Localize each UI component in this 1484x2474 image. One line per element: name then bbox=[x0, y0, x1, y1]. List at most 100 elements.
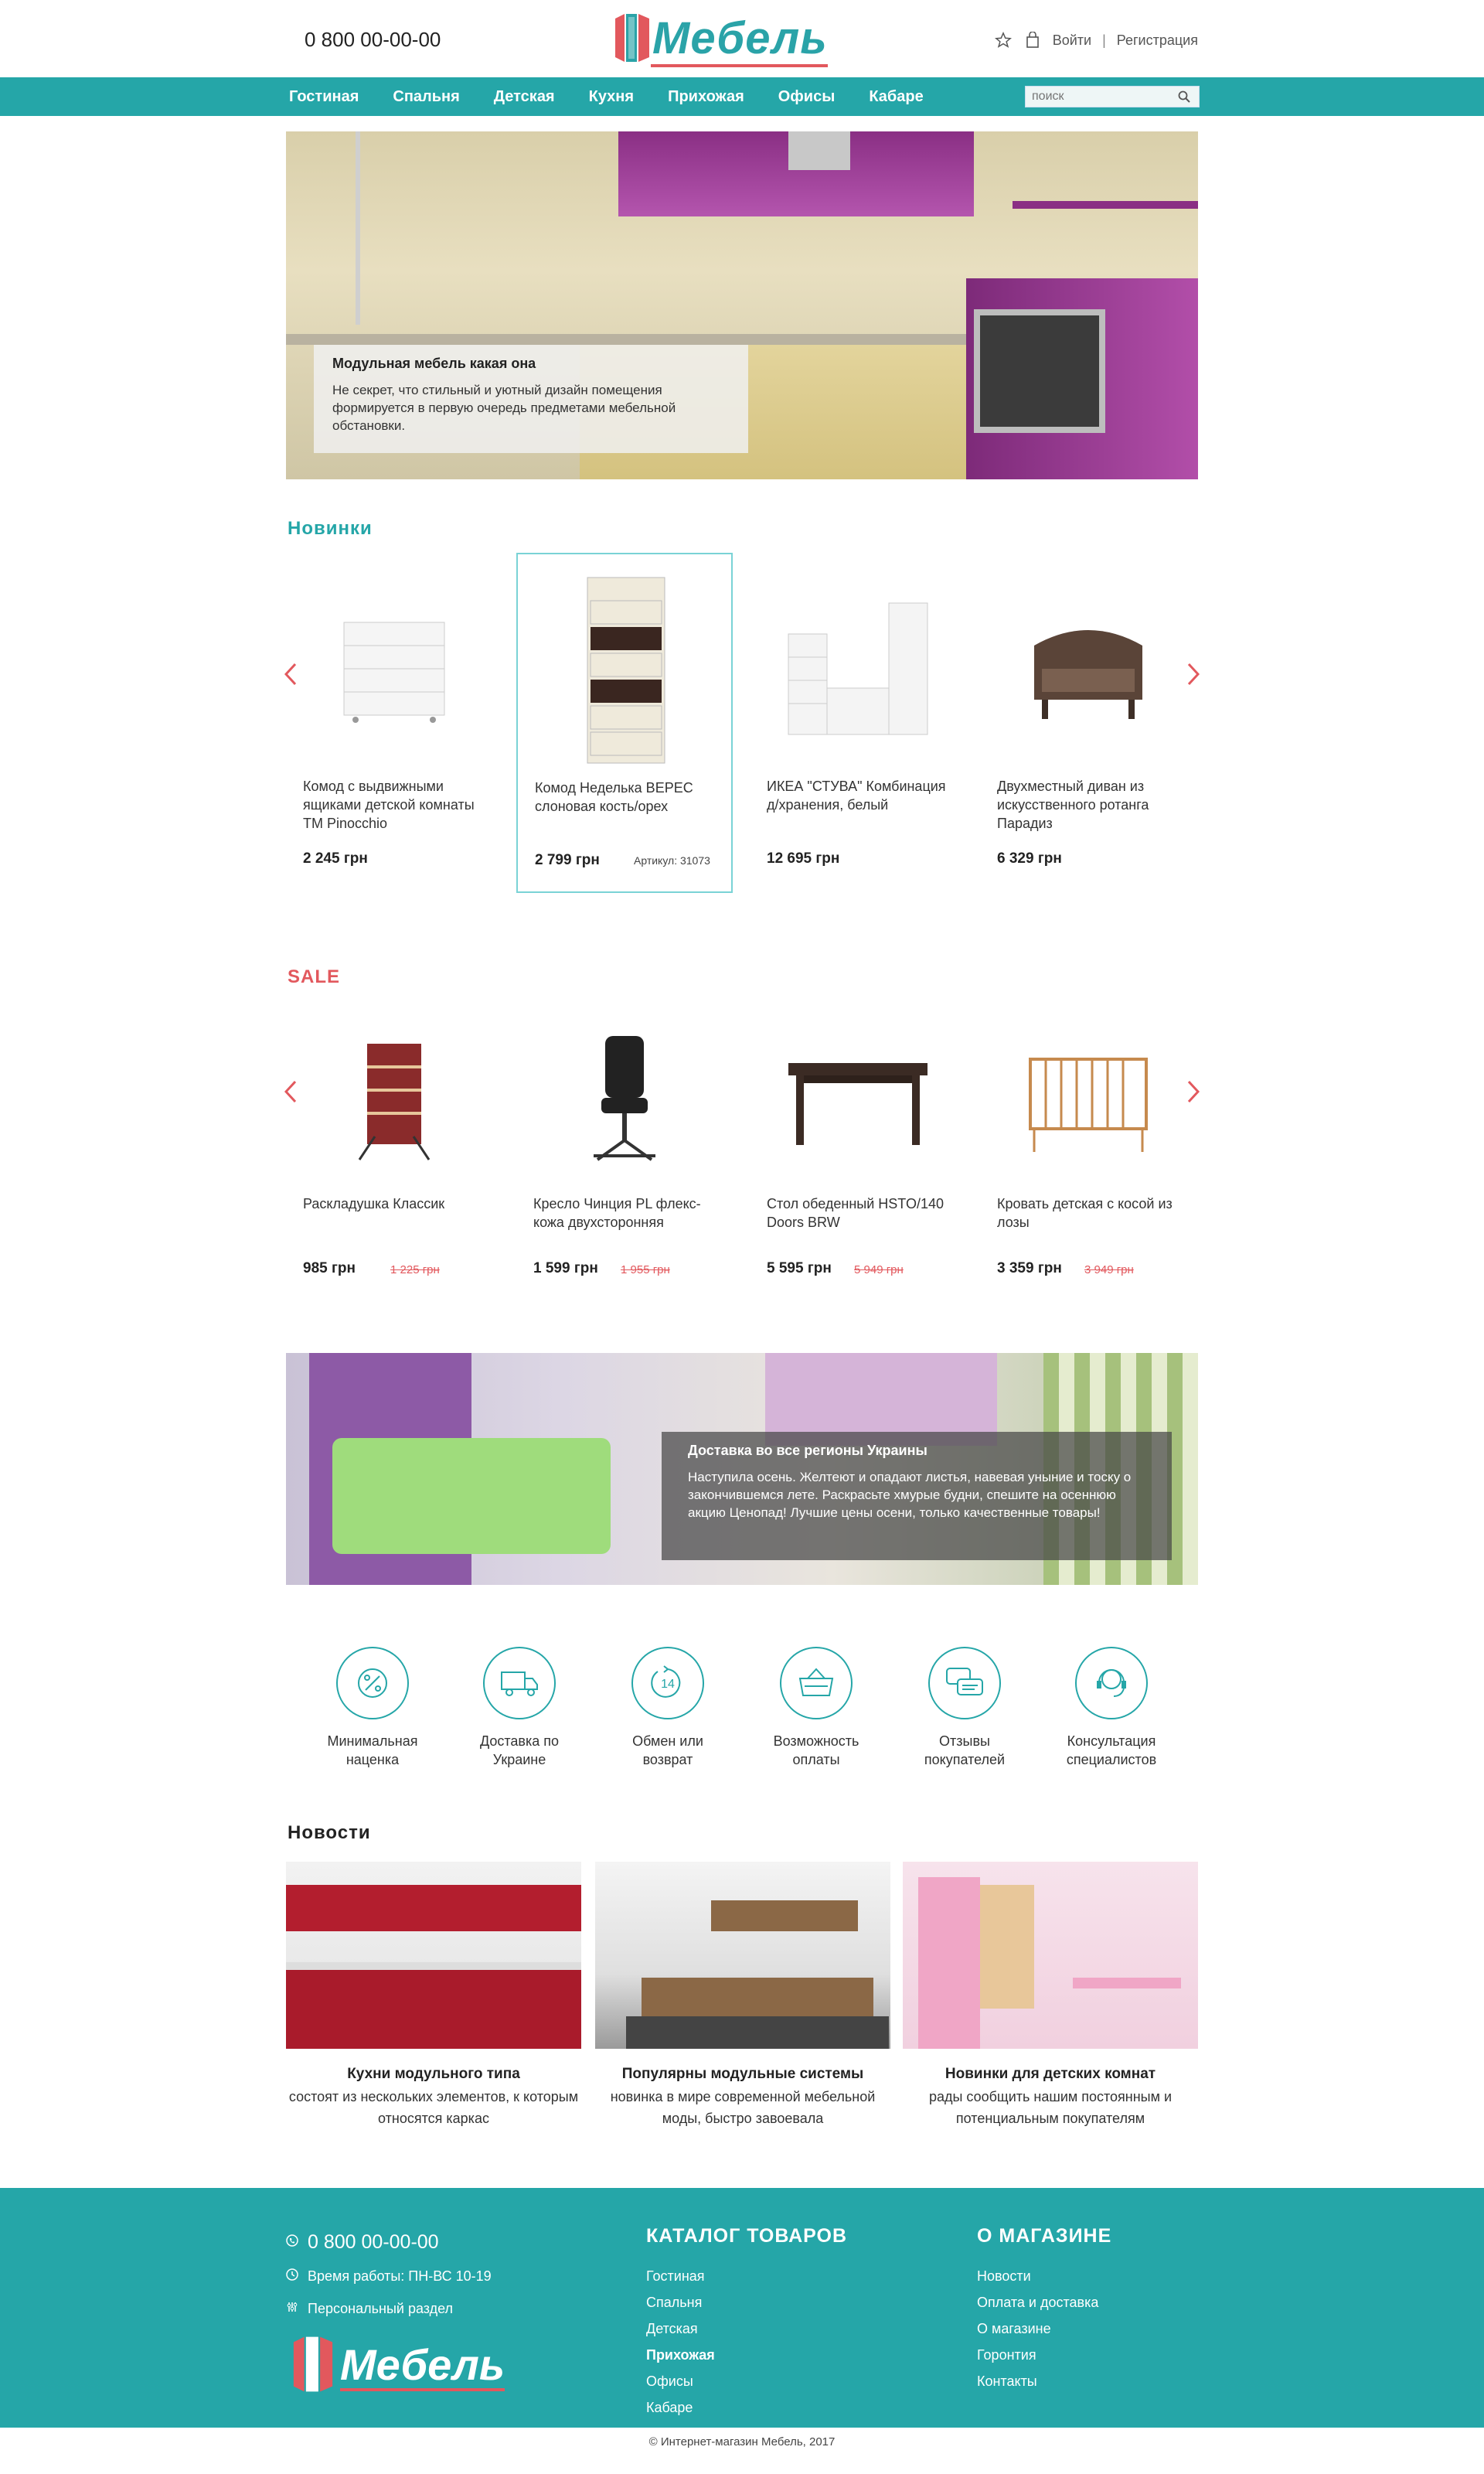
product-name[interactable]: Стол обеденный HSTO/140 Doors BRW bbox=[767, 1194, 952, 1232]
footer-about-link[interactable]: Горонтия bbox=[977, 2342, 1111, 2368]
hero-oven bbox=[974, 309, 1105, 433]
product-card[interactable]: Двухместный диван из искусственного рота… bbox=[980, 553, 1196, 893]
sale-card[interactable]: Раскладушка Классик 985 грн 1 225 грн bbox=[286, 997, 502, 1338]
product-name[interactable]: Кресло Чинция PL флекс-кожа двухстороння… bbox=[533, 1194, 719, 1232]
product-old-price: 1 225 грн bbox=[390, 1263, 440, 1276]
cart-icon[interactable] bbox=[1023, 31, 1042, 49]
login-link[interactable]: Войти bbox=[1053, 32, 1091, 49]
nav-item-kitchen[interactable]: Кухня bbox=[589, 88, 634, 106]
news-item[interactable]: Кухни модульного типа состоят из несколь… bbox=[286, 1862, 581, 2129]
news-item-title[interactable]: Новинки для детских комнат bbox=[903, 2066, 1198, 2083]
product-price: 985 грн bbox=[303, 1260, 356, 1276]
footer-about: О МАГАЗИНЕ Новости Оплата и доставка О м… bbox=[977, 2225, 1111, 2394]
svg-text:14: 14 bbox=[661, 1678, 675, 1691]
banner-bed-blanket bbox=[332, 1438, 611, 1554]
feature-min-markup: Минимальная наценка bbox=[311, 1647, 434, 1769]
footer: 0 800 00-00-00 Время работы: ПН-ВС 10-19… bbox=[0, 2188, 1484, 2428]
truck-icon bbox=[483, 1647, 556, 1719]
news-item[interactable]: Популярны модульные системы новинка в ми… bbox=[595, 1862, 890, 2129]
news-item-text: новинка в мире современной мебельной мод… bbox=[610, 2089, 876, 2126]
footer-about-link[interactable]: О магазине bbox=[977, 2316, 1111, 2342]
footer-phone-row: 0 800 00-00-00 bbox=[286, 2231, 439, 2254]
footer-about-link[interactable]: Контакты bbox=[977, 2368, 1111, 2394]
footer-catalog-link[interactable]: Спальня bbox=[646, 2289, 847, 2316]
sale-card[interactable]: Кровать детская с косой из лозы 3 359 гр… bbox=[980, 997, 1196, 1338]
phone-icon bbox=[286, 2234, 298, 2251]
footer-logo[interactable]: Мебель bbox=[286, 2333, 505, 2395]
footer-catalog-link[interactable]: Детская bbox=[646, 2316, 847, 2342]
header: 0 800 00-00-00 Мебель Войти | Регистраци… bbox=[0, 0, 1484, 77]
product-image-storage-combo bbox=[765, 568, 951, 769]
footer-phone[interactable]: 0 800 00-00-00 bbox=[308, 2231, 439, 2254]
sale-card[interactable]: Кресло Чинция PL флекс-кожа двухстороння… bbox=[516, 997, 733, 1338]
product-card-active[interactable]: Комод Неделька ВЕРЕС слоновая кость/орех… bbox=[516, 553, 733, 893]
product-name[interactable]: ИКЕА "СТУВА" Комбинация д/хранения, белы… bbox=[767, 777, 952, 814]
product-card[interactable]: ИКЕА "СТУВА" Комбинация д/хранения, белы… bbox=[750, 553, 966, 893]
return-14-icon: 14 bbox=[631, 1647, 704, 1719]
nav-item-offices[interactable]: Офисы bbox=[778, 88, 836, 106]
product-price: 6 329 грн bbox=[997, 850, 1062, 867]
delivery-banner-title: Доставка во все регионы Украины bbox=[688, 1443, 928, 1458]
nav-item-hallway[interactable]: Прихожая bbox=[668, 88, 744, 106]
product-price: 12 695 грн bbox=[767, 850, 840, 867]
product-price: 2 245 грн bbox=[303, 850, 368, 867]
news-image-kids-room bbox=[903, 1862, 1198, 2049]
sale-card[interactable]: Стол обеденный HSTO/140 Doors BRW 5 595 … bbox=[750, 997, 966, 1338]
hero-banner[interactable]: Модульная мебель какая она Не секрет, чт… bbox=[286, 131, 1198, 479]
news-item-title[interactable]: Популярны модульные системы bbox=[595, 2066, 890, 2083]
logo[interactable]: Мебель bbox=[614, 11, 828, 67]
product-image-dining-table bbox=[765, 1021, 951, 1175]
feature-label: Доставка по Украине bbox=[479, 1733, 560, 1767]
footer-personal-row: Персональный раздел bbox=[286, 2301, 453, 2317]
nav-item-living-room[interactable]: Гостиная bbox=[289, 88, 359, 106]
delivery-banner-caption: Доставка во все регионы Украины Наступил… bbox=[662, 1432, 1172, 1560]
footer-catalog-link[interactable]: Офисы bbox=[646, 2368, 847, 2394]
basket-icon bbox=[780, 1647, 853, 1719]
footer-personal-link[interactable]: Персональный раздел bbox=[308, 2301, 453, 2317]
search-icon[interactable] bbox=[1173, 87, 1196, 107]
product-price: 5 595 грн bbox=[767, 1260, 832, 1276]
header-phone[interactable]: 0 800 00-00-00 bbox=[305, 28, 441, 52]
star-icon[interactable] bbox=[994, 31, 1013, 49]
hero-hood bbox=[788, 131, 850, 170]
news-item-title[interactable]: Кухни модульного типа bbox=[286, 2066, 581, 2083]
hero-text: Не секрет, что стильный и уютный дизайн … bbox=[332, 383, 676, 433]
nav-item-bedroom[interactable]: Спальня bbox=[393, 88, 459, 106]
register-link[interactable]: Регистрация bbox=[1117, 32, 1198, 49]
sale-title: SALE bbox=[288, 966, 341, 987]
product-name[interactable]: Комод с выдвижными ящиками детской комна… bbox=[303, 777, 488, 833]
footer-about-link[interactable]: Новости bbox=[977, 2263, 1111, 2289]
product-name[interactable]: Комод Неделька ВЕРЕС слоновая кость/орех bbox=[535, 779, 720, 816]
hero-fruit-stand bbox=[356, 131, 360, 325]
header-user-area: Войти | Регистрация bbox=[994, 31, 1198, 49]
nav-item-cabaret[interactable]: Кабаре bbox=[869, 88, 923, 106]
nav-item-kids-room[interactable]: Детская bbox=[494, 88, 555, 106]
footer-catalog-link[interactable]: Кабаре bbox=[646, 2394, 847, 2421]
product-name[interactable]: Кровать детская с косой из лозы bbox=[997, 1194, 1183, 1232]
news-item[interactable]: Новинки для детских комнат рады сообщить… bbox=[903, 1862, 1198, 2129]
product-old-price: 3 949 грн bbox=[1084, 1263, 1134, 1276]
hero-shelf bbox=[1013, 201, 1198, 209]
news-item-text: рады сообщить нашим постоянным и потенци… bbox=[928, 2089, 1173, 2126]
footer-catalog-link[interactable]: Гостиная bbox=[646, 2263, 847, 2289]
footer-about-link[interactable]: Оплата и доставка bbox=[977, 2289, 1111, 2316]
feature-label: Минимальная наценка bbox=[327, 1733, 418, 1767]
feature-label: Консультация специалистов bbox=[1066, 1733, 1157, 1767]
feature-label: Обмен или возврат bbox=[632, 1733, 703, 1767]
product-image-rattan-sofa bbox=[996, 568, 1181, 769]
product-name[interactable]: Раскладушка Классик bbox=[303, 1194, 488, 1213]
news-title: Новости bbox=[288, 1822, 371, 1843]
product-price: 3 359 грн bbox=[997, 1260, 1062, 1276]
settings-icon bbox=[286, 2301, 298, 2317]
feature-return: 14 Обмен или возврат bbox=[606, 1647, 730, 1769]
product-name[interactable]: Двухместный диван из искусственного рота… bbox=[997, 777, 1183, 833]
product-image-dresser-white bbox=[301, 568, 487, 769]
product-image-wicker-crib bbox=[996, 1021, 1181, 1175]
delivery-banner[interactable]: Доставка во все регионы Украины Наступил… bbox=[286, 1353, 1198, 1585]
product-card[interactable]: Комод с выдвижными ящиками детской комна… bbox=[286, 553, 502, 893]
search-input[interactable] bbox=[1026, 87, 1173, 107]
footer-catalog-link[interactable]: Прихожая bbox=[646, 2342, 847, 2368]
percent-icon bbox=[336, 1647, 409, 1719]
logo-underline bbox=[651, 63, 828, 67]
news-image-modular bbox=[595, 1862, 890, 2049]
